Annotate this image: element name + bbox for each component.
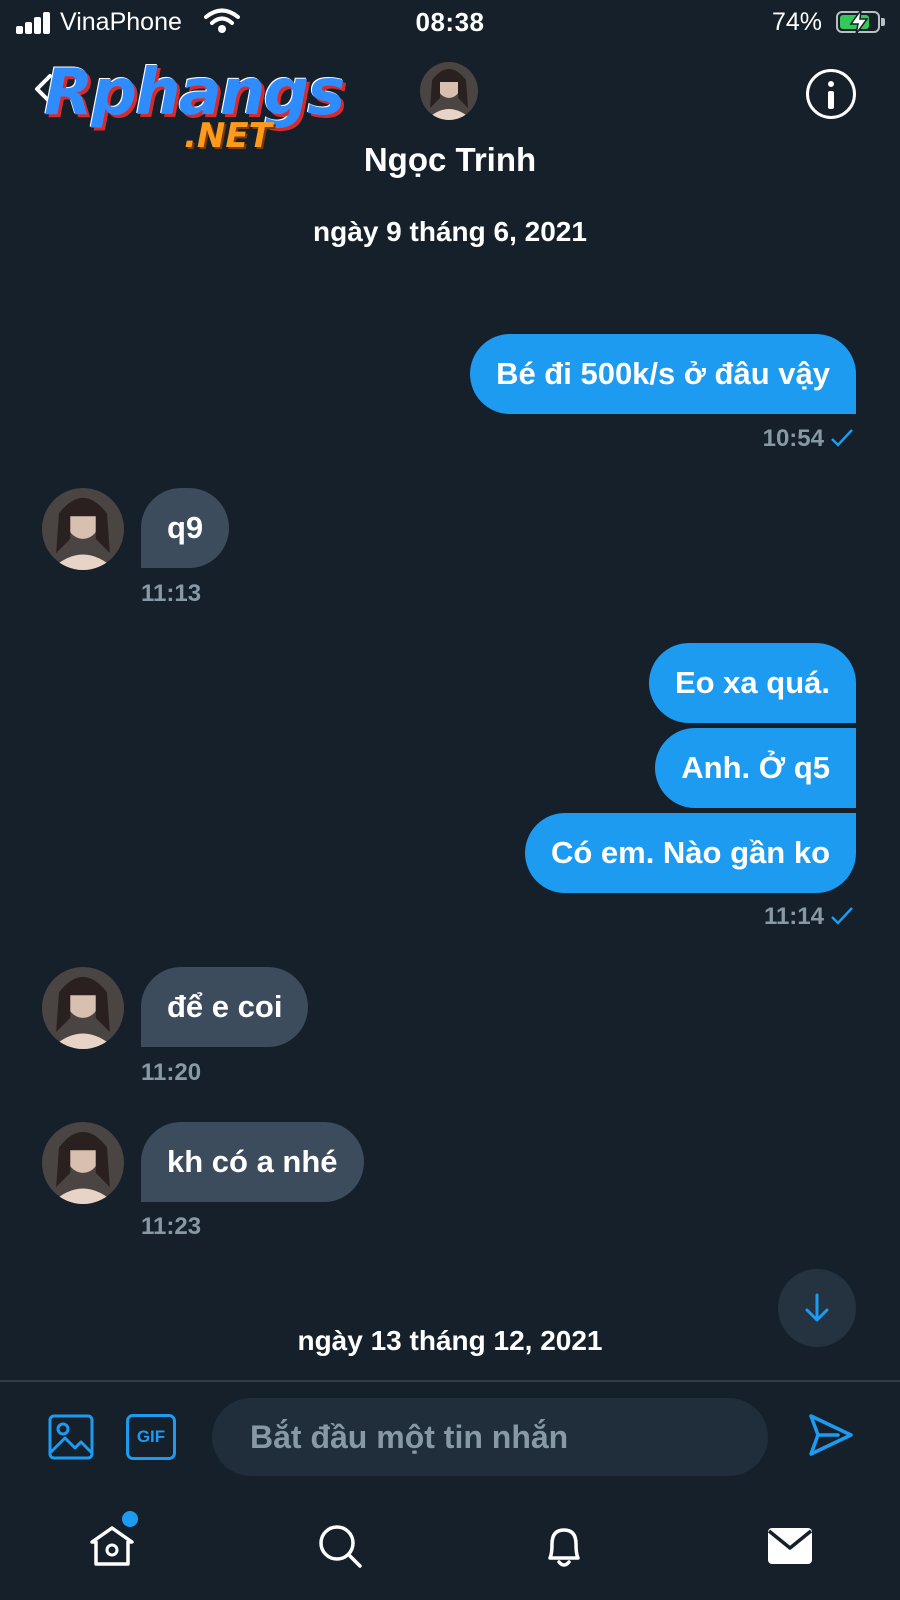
arrow-down-icon [805,1293,829,1322]
status-time: 08:38 [415,7,485,37]
sent-check-icon [831,907,853,925]
incoming-message[interactable]: q9 [141,488,230,568]
date-separator: ngày 9 tháng 6, 2021 [313,216,587,247]
tab-bar [0,1500,900,1600]
contact-avatar[interactable] [420,62,478,120]
outgoing-message[interactable]: Có em. Nào gần ko [524,813,856,893]
message-timestamp: 10:54 [763,425,854,453]
message-timestamp: 11:14 [764,903,854,931]
sender-avatar[interactable] [42,967,124,1049]
message-timestamp: 11:20 [141,1059,202,1086]
message-composer: GIF [0,1382,900,1500]
outgoing-message[interactable]: Bé đi 500k/s ở đâu vậy [470,334,856,414]
date-separator: ngày 13 tháng 12, 2021 [297,1325,603,1356]
timestamp-text: 11:14 [763,903,824,930]
image-icon[interactable] [48,1414,94,1460]
message-timestamp: 11:13 [141,580,202,607]
status-bar: VinaPhone 08:38 74% [0,0,900,46]
sent-check-icon [831,429,853,447]
contact-name[interactable]: Ngọc Trinh [0,141,900,179]
home-icon[interactable] [88,1522,136,1570]
notification-dot [122,1511,138,1527]
gif-icon[interactable]: GIF [126,1414,176,1460]
message-input[interactable] [212,1398,768,1476]
timestamp-text: 10:54 [762,425,824,452]
info-icon[interactable] [806,69,856,119]
outgoing-message[interactable]: Anh. Ở q5 [655,728,856,808]
incoming-message[interactable]: kh có a nhé [141,1122,364,1202]
incoming-message[interactable]: để e coi [141,967,309,1047]
battery-percent: 74% [772,8,823,36]
notifications-icon[interactable] [540,1522,588,1570]
battery-charging-icon [836,10,885,34]
sender-avatar[interactable] [42,488,124,570]
search-icon[interactable] [316,1522,364,1570]
sender-avatar[interactable] [42,1122,124,1204]
message-timestamp: 11:23 [141,1213,202,1240]
outgoing-message[interactable]: Eo xa quá. [648,643,856,723]
messages-icon[interactable] [766,1522,814,1570]
send-icon[interactable] [808,1412,854,1458]
